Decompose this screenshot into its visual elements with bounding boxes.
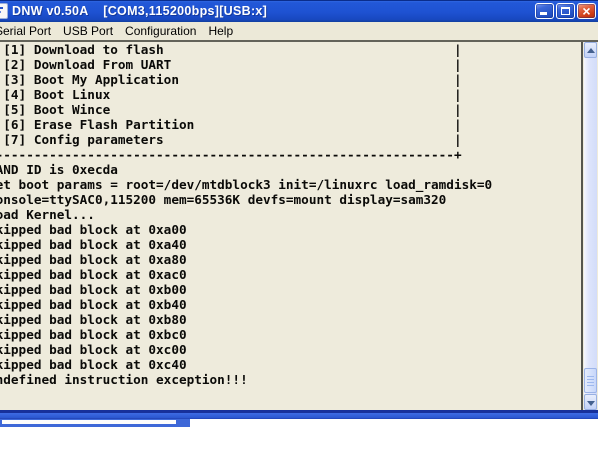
terminal-line: | [3] Boot My Application | [0,72,582,87]
menu-item-serial-port[interactable]: Serial Port [0,24,57,38]
terminal-border [581,42,583,410]
terminal-line: Skipped bad block at 0xc00 [0,342,582,357]
background-window-edge [0,419,190,427]
scroll-up-button[interactable] [584,42,597,58]
minimize-button[interactable] [535,3,554,19]
terminal-line: Skipped bad block at 0xb40 [0,297,582,312]
terminal-line: | [2] Download From UART | [0,57,582,72]
terminal-line: +---------------------------------------… [0,147,582,162]
dnw-window: DNW v0.50A [COM3,115200bps][USB:x] × Ser… [0,0,598,419]
menu-item-usb-port[interactable]: USB Port [57,24,119,38]
menu-item-configuration[interactable]: Configuration [119,24,202,38]
terminal-line: | [7] Config parameters | [0,132,582,147]
terminal-line: Skipped bad block at 0xc40 [0,357,582,372]
terminal-line: Skipped bad block at 0xb00 [0,282,582,297]
title-bar[interactable]: DNW v0.50A [COM3,115200bps][USB:x] × [0,0,598,22]
terminal-line: | [6] Erase Flash Partition | [0,117,582,132]
scroll-down-icon [587,401,595,406]
scroll-down-button[interactable] [584,394,597,410]
background-window-inner [2,420,176,424]
terminal-line: | [4] Boot Linux | [0,87,582,102]
terminal-line: console=ttySAC0,115200 mem=65536K devfs=… [0,192,582,207]
terminal-line: Set boot params = root=/dev/mtdblock3 in… [0,177,582,192]
terminal-line: Skipped bad block at 0xbc0 [0,327,582,342]
terminal-output: | [1] Download to flash | | [2] Download… [0,42,582,410]
scrollbar-grip-icon [587,376,594,386]
menu-bar: Serial Port USB Port Configuration Help [0,22,598,40]
maximize-button[interactable] [556,3,575,19]
maximize-icon [561,7,570,15]
terminal-line: | [5] Boot Wince | [0,102,582,117]
window-icon[interactable] [0,3,8,19]
terminal-line: Skipped bad block at 0xa00 [0,222,582,237]
window-title: DNW v0.50A [COM3,115200bps][USB:x] [12,4,535,18]
terminal-line: Skipped bad block at 0xac0 [0,267,582,282]
terminal-line: Load Kernel... [0,207,582,222]
close-button[interactable]: × [577,3,596,19]
menu-item-help[interactable]: Help [202,24,239,38]
terminal-line: | [1] Download to flash | [0,42,582,57]
terminal-line: Undefined instruction exception!!! [0,372,582,387]
terminal-line: Skipped bad block at 0xa80 [0,252,582,267]
close-icon: × [578,4,595,18]
scrollbar-thumb[interactable] [584,368,597,393]
vertical-scrollbar[interactable] [584,42,597,410]
terminal-area: | [1] Download to flash | | [2] Download… [0,40,598,410]
window-controls: × [535,3,596,19]
terminal-line: Skipped bad block at 0xb80 [0,312,582,327]
terminal-line: NAND ID is 0xecda [0,162,582,177]
minimize-icon [540,12,547,15]
terminal-line: Skipped bad block at 0xa40 [0,237,582,252]
screen: DNW v0.50A [COM3,115200bps][USB:x] × Ser… [0,0,600,450]
scroll-up-icon [587,48,595,53]
